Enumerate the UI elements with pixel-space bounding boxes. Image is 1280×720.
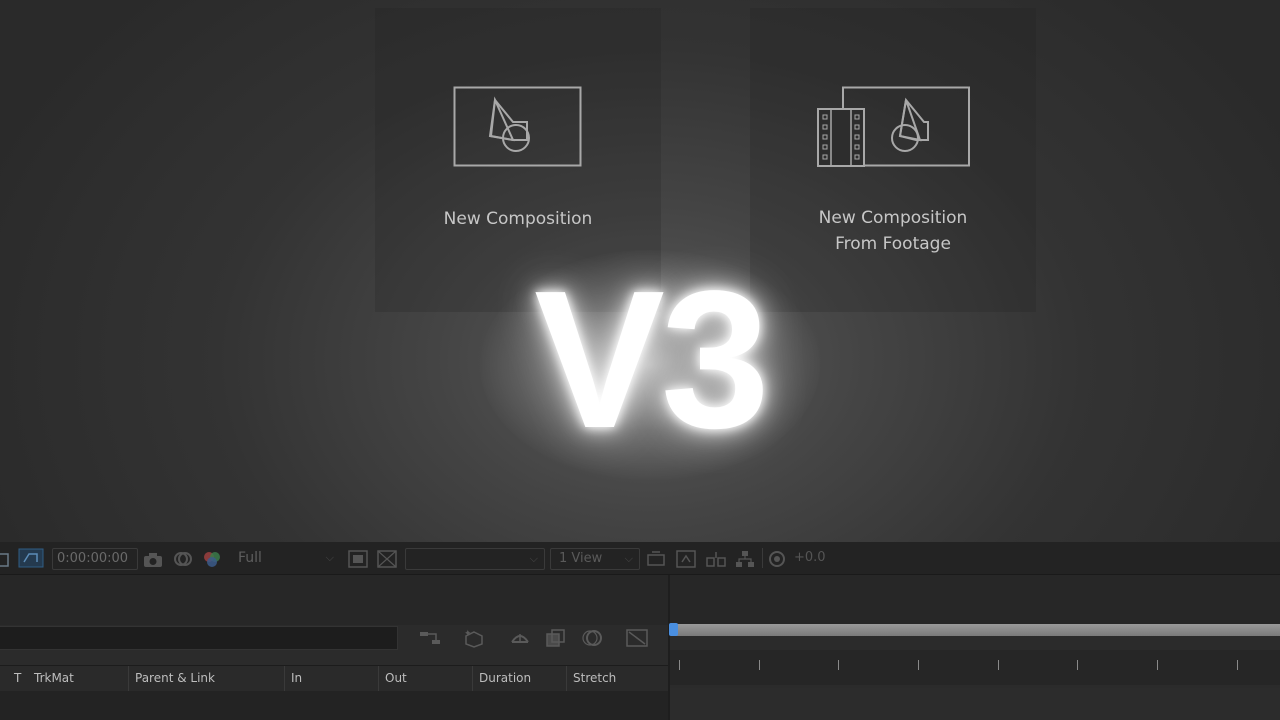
footage-label-line-2: From Footage (835, 234, 951, 254)
toolbar-separator (762, 548, 763, 568)
time-navigator-bar[interactable] (674, 624, 1280, 636)
ruler-tick (1077, 660, 1078, 670)
view-layout-dropdown[interactable]: 1 View ⌵ (550, 548, 640, 570)
column-trkmat[interactable]: TrkMat (32, 666, 128, 691)
column-in[interactable]: In (284, 666, 378, 691)
camera-view-dropdown[interactable]: ⌵ (405, 548, 545, 570)
fast-previews-icon[interactable] (348, 549, 368, 569)
transparency-grid-icon[interactable] (377, 549, 397, 569)
layer-list (0, 691, 668, 720)
svg-text:✦: ✦ (464, 629, 472, 639)
region-of-interest-icon[interactable] (0, 550, 12, 570)
timeline-track-area (670, 688, 1280, 720)
column-t[interactable]: T (8, 666, 32, 691)
show-snapshot-icon[interactable] (173, 549, 193, 569)
chevron-down-icon: ⌵ (529, 552, 538, 565)
resolution-value: Full (238, 550, 262, 566)
overlay-title: V3 (534, 250, 770, 469)
snapshot-toggle-icon[interactable] (18, 548, 44, 568)
view-layout-value: 1 View (559, 551, 603, 566)
column-stretch[interactable]: Stretch (566, 666, 648, 691)
motion-blur-icon[interactable] (580, 628, 604, 648)
composition-viewer: New Composition New Composition From Foo… (0, 0, 1280, 542)
fast-preview-render-icon[interactable] (676, 549, 696, 569)
camera-icon[interactable] (143, 550, 163, 570)
resolution-dropdown[interactable]: Full ⌵ (232, 548, 340, 568)
ruler-tick (998, 660, 999, 670)
footage-label-line-1: New Composition (818, 208, 968, 228)
timeline-tab-bar (0, 575, 1280, 625)
viewer-toolbar: 0:00:00:00 Full ⌵ ⌵ 1 View ⌵ +0.0 (0, 542, 1280, 575)
ruler-tick (1157, 660, 1158, 670)
hide-shy-layers-icon[interactable] (508, 628, 532, 648)
exposure-reset-icon[interactable] (768, 549, 786, 569)
frame-blending-icon[interactable] (544, 628, 568, 648)
column-duration[interactable]: Duration (472, 666, 566, 691)
new-composition-from-footage-icon (817, 86, 970, 167)
new-composition-from-footage-label: New Composition From Footage (750, 205, 1036, 257)
column-parent-link[interactable]: Parent & Link (128, 666, 284, 691)
graph-editor-icon[interactable] (625, 628, 649, 648)
new-composition-label: New Composition (443, 209, 593, 229)
flowchart-toggle-icon[interactable] (706, 549, 726, 569)
timeline-column-header: T TrkMat Parent & Link In Out Duration S… (0, 665, 668, 692)
color-channels-icon[interactable] (202, 549, 222, 569)
ruler-tick (679, 660, 680, 670)
new-composition-icon (453, 86, 582, 167)
draft-3d-icon[interactable]: ✦ (462, 628, 486, 648)
time-ruler[interactable] (670, 650, 1280, 685)
playhead-handle[interactable] (669, 623, 678, 636)
layer-search-input[interactable] (0, 626, 398, 650)
chevron-down-icon: ⌵ (325, 551, 334, 564)
toggle-pixel-aspect-icon[interactable] (646, 549, 666, 569)
chevron-down-icon: ⌵ (624, 552, 633, 565)
exposure-value[interactable]: +0.0 (794, 548, 826, 568)
ruler-tick (918, 660, 919, 670)
ruler-tick (759, 660, 760, 670)
timecode-field[interactable]: 0:00:00:00 (52, 548, 138, 570)
composition-flowchart-icon[interactable] (735, 549, 755, 569)
ruler-tick (838, 660, 839, 670)
column-out[interactable]: Out (378, 666, 472, 691)
ruler-tick (1237, 660, 1238, 670)
comp-mini-flowchart-icon[interactable] (418, 628, 442, 648)
